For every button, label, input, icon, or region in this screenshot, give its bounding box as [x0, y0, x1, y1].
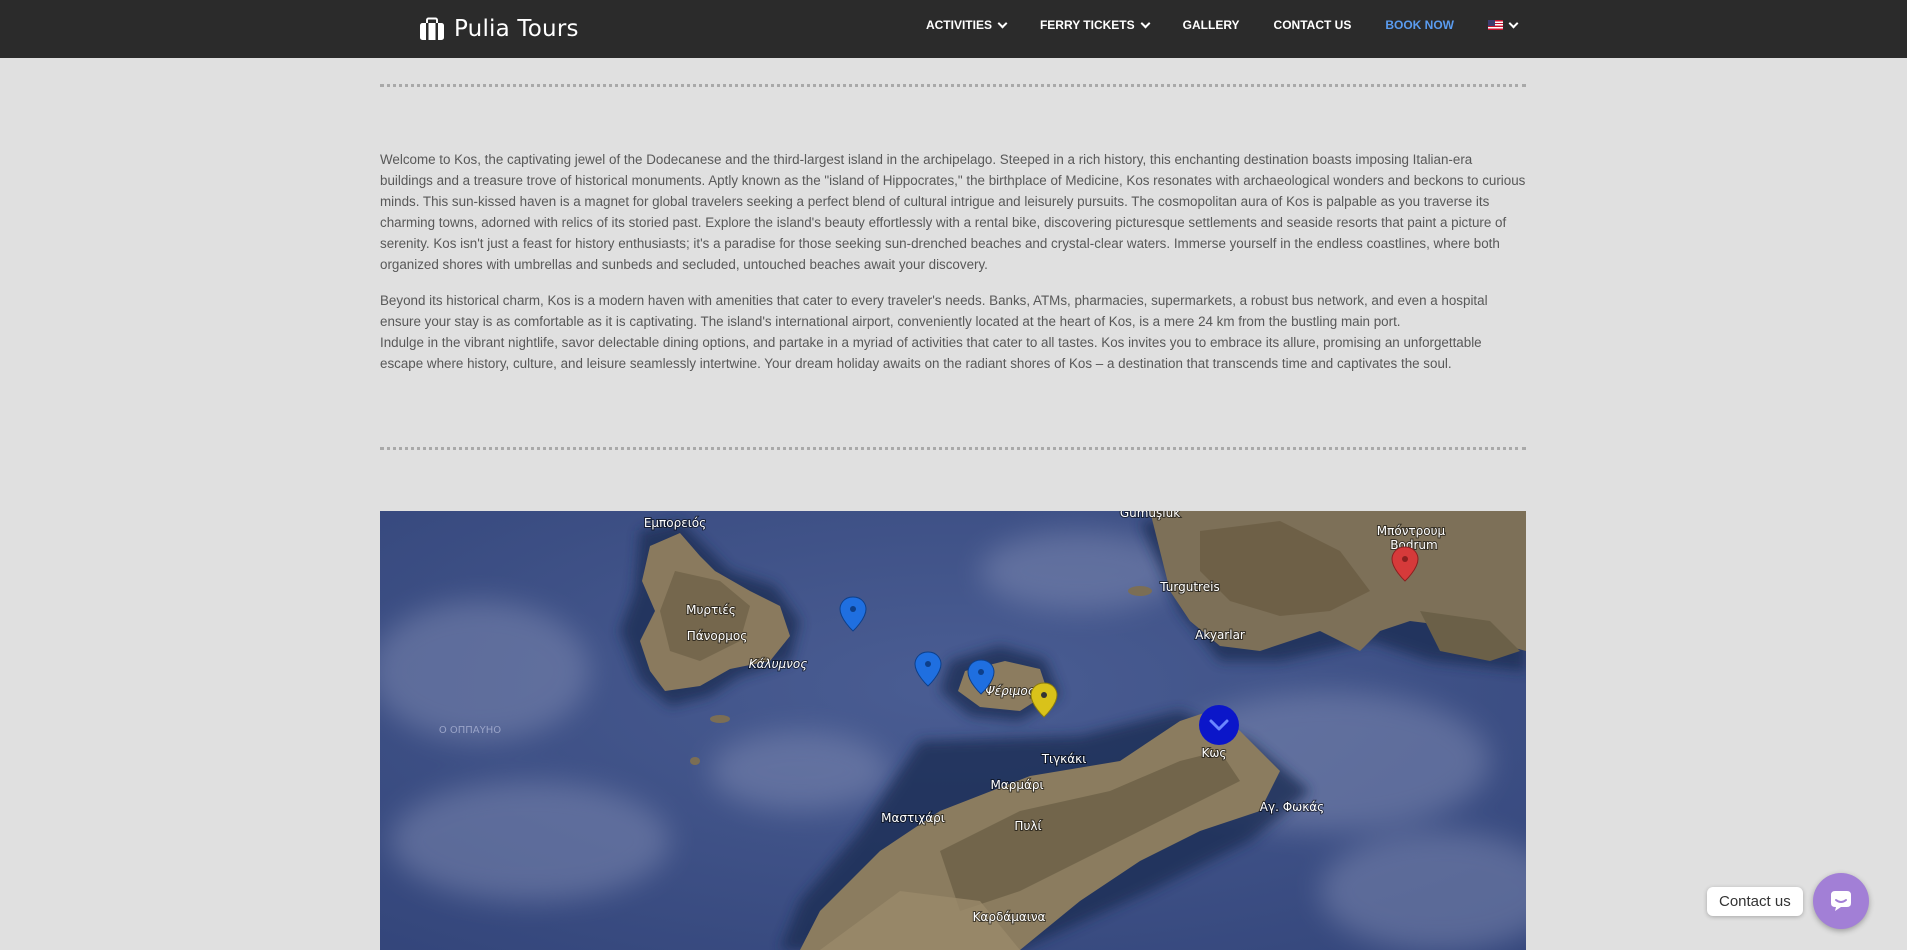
chevron-down-icon [1508, 18, 1519, 28]
menu-gallery-label: GALLERY [1182, 18, 1240, 32]
menu-book-now[interactable]: BOOK NOW [1385, 18, 1454, 32]
label-pyli: Πυλί [1014, 819, 1041, 833]
label-kalymnos: Κάλυμνος [749, 657, 808, 671]
intro-paragraph: Beyond its historical charm, Kos is a mo… [380, 290, 1526, 374]
label-myrties: Μυρτιές [686, 603, 736, 617]
site-logo[interactable]: Pulia Tours [418, 14, 579, 44]
intro-paragraph-part: Indulge in the vibrant nightlife, savor … [380, 334, 1482, 371]
label-kos-town: Κως [1202, 746, 1227, 760]
label-kardamena: Καρδάμαινα [973, 910, 1046, 924]
menu-activities-label: ACTIVITIES [925, 18, 992, 32]
map-canvas[interactable]: Εμπορειός Μυρτιές Πάνορμος Κάλυμνος Gümü… [380, 511, 1526, 950]
dotted-divider [380, 84, 1526, 87]
label-tigaki: Τιγκάκι [1041, 752, 1087, 766]
suitcase-icon [418, 17, 446, 41]
chevron-down-icon [1140, 18, 1151, 28]
label-emporeios: Εμπορειός [644, 516, 706, 530]
intro-paragraph: Welcome to Kos, the captivating jewel of… [380, 152, 1526, 273]
label-panormos: Πάνορμος [687, 629, 748, 643]
menu-ferry-tickets-label: FERRY TICKETS [1039, 18, 1135, 32]
chat-bubble-icon[interactable] [1812, 873, 1869, 929]
ocean-watermark: Ο ΟΠΠΑΥΗΟ [439, 725, 501, 736]
menu-contact-us-label: CONTACT US [1273, 18, 1352, 32]
label-gumusluk: Gümüşlük [1120, 511, 1180, 520]
us-flag-icon [1488, 20, 1503, 30]
satellite-map[interactable]: Εμπορειός Μυρτιές Πάνορμος Κάλυμνος Gümü… [380, 511, 1526, 950]
label-turgutreis: Turgutreis [1159, 580, 1219, 594]
menu-gallery[interactable]: GALLERY [1183, 18, 1240, 32]
label-ag-fokas: Αγ. Φωκάς [1260, 800, 1324, 814]
dotted-divider [380, 447, 1526, 450]
logo-text: Pulia Tours [454, 16, 579, 42]
menu-contact-us[interactable]: CONTACT US [1274, 18, 1352, 32]
menu-activities[interactable]: ACTIVITIES [925, 18, 1008, 32]
intro-text: Welcome to Kos, the captivating jewel of… [380, 149, 1526, 388]
intro-paragraph-part: Beyond its historical charm, Kos is a mo… [380, 292, 1488, 329]
label-pserimos: Ψέριμος [985, 684, 1035, 698]
label-marmari: Μαρμάρι [990, 778, 1043, 792]
contact-widget[interactable]: Contact us [1707, 873, 1869, 929]
top-navbar: Pulia Tours ACTIVITIES FERRY TICKETS GAL… [0, 0, 1907, 58]
contact-us-label[interactable]: Contact us [1707, 886, 1803, 916]
chevron-down-icon [997, 18, 1008, 28]
menu-book-now-label: BOOK NOW [1385, 18, 1454, 32]
label-mastichari: Μαστιχάρι [881, 811, 945, 825]
menu-ferry-tickets[interactable]: FERRY TICKETS [1039, 18, 1151, 32]
main-menu: ACTIVITIES FERRY TICKETS GALLERY CONTACT… [925, 0, 1519, 50]
language-switcher[interactable] [1488, 18, 1519, 30]
current-location-marker[interactable] [1199, 705, 1239, 745]
label-akyarlar: Akyarlar [1195, 628, 1245, 642]
label-bodrum-greek: Μπόντρουμ [1377, 524, 1446, 538]
